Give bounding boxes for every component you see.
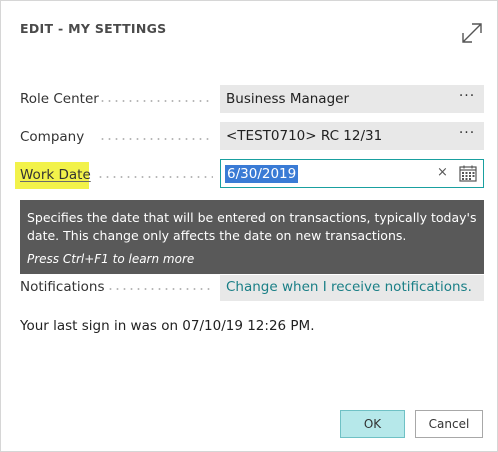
settings-dialog: EDIT - MY SETTINGS Role Center Business … xyxy=(0,0,498,452)
dialog-title: EDIT - MY SETTINGS xyxy=(20,21,167,36)
notifications-field: Change when I receive notifications. xyxy=(220,275,484,301)
role-center-value: Business Manager xyxy=(226,91,349,107)
cancel-button[interactable]: Cancel xyxy=(415,410,483,438)
notifications-label: Notifications xyxy=(20,279,105,295)
role-center-leader-dots xyxy=(99,100,213,102)
company-value: <TEST0710> RC 12/31 xyxy=(226,128,383,144)
work-date-tooltip: Specifies the date that will be entered … xyxy=(20,200,484,274)
tooltip-hint: Press Ctrl+F1 to learn more xyxy=(27,252,195,266)
change-notifications-link[interactable]: Change when I receive notifications. xyxy=(226,279,472,295)
role-center-field[interactable]: Business Manager ··· xyxy=(220,85,484,113)
work-date-label: Work Date xyxy=(20,167,91,183)
company-leader-dots xyxy=(99,138,213,140)
calendar-icon[interactable] xyxy=(459,165,477,182)
role-center-label: Role Center xyxy=(20,91,99,107)
company-field[interactable]: <TEST0710> RC 12/31 ··· xyxy=(220,122,484,150)
work-date-value[interactable]: 6/30/2019 xyxy=(225,165,299,183)
tooltip-description: Specifies the date that will be entered … xyxy=(27,210,477,243)
work-date-input[interactable]: 6/30/2019 × xyxy=(220,159,484,188)
last-sign-in-text: Your last sign in was on 07/10/19 12:26 … xyxy=(20,318,315,334)
company-label: Company xyxy=(20,129,85,145)
expand-diagonal-icon[interactable] xyxy=(460,21,484,45)
role-center-more-icon[interactable]: ··· xyxy=(456,88,478,108)
company-more-icon[interactable]: ··· xyxy=(456,125,478,145)
ok-button[interactable]: OK xyxy=(340,410,405,438)
work-date-leader-dots xyxy=(97,176,213,178)
notifications-leader-dots xyxy=(107,288,213,290)
clear-icon[interactable]: × xyxy=(437,165,448,180)
